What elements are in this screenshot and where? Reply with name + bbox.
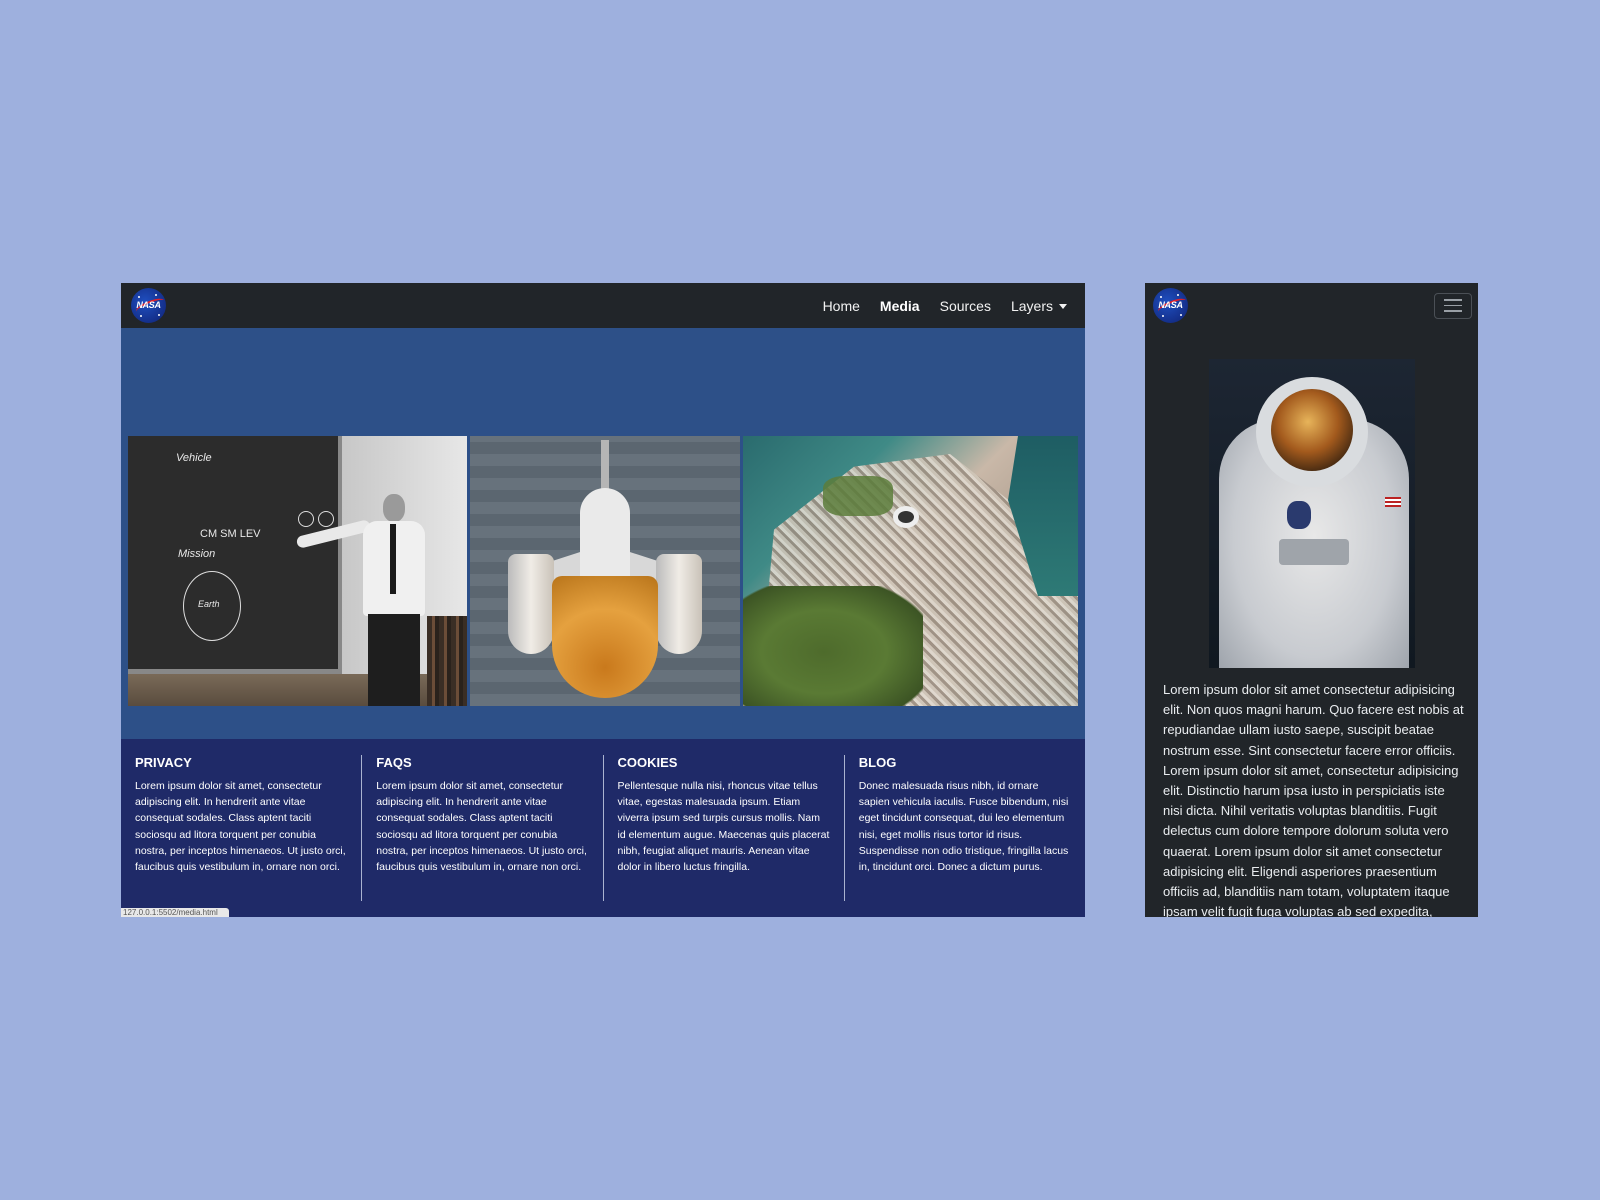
footer-heading[interactable]: PRIVACY: [135, 755, 347, 770]
chalkboard: Vehicle CM SM LEV Mission Earth: [128, 436, 342, 674]
chalkboard-photo[interactable]: Vehicle CM SM LEV Mission Earth: [128, 436, 467, 706]
nav-sources[interactable]: Sources: [940, 298, 991, 314]
mission-patch: [1287, 501, 1311, 529]
nav-links: Home Media Sources Layers: [823, 298, 1067, 314]
astronaut-photo[interactable]: [1209, 359, 1415, 668]
chalk-text-modules: CM SM LEV: [200, 528, 261, 540]
caret-down-icon: [1059, 303, 1067, 309]
nasa-logo-icon[interactable]: NASA: [131, 288, 166, 323]
nav-media[interactable]: Media: [880, 298, 920, 314]
footer-heading[interactable]: BLOG: [859, 755, 1071, 770]
footer-text: Donec malesuada risus nibh, id ornare sa…: [858, 780, 1069, 874]
hamburger-menu-icon[interactable]: [1434, 292, 1472, 319]
shuttle-photo[interactable]: [470, 436, 740, 706]
navbar: NASA Home Media Sources Layers: [121, 283, 1085, 328]
footer-col-privacy: PRIVACY Lorem ipsum dolor sit amet, cons…: [121, 755, 363, 901]
mobile-navbar: NASA: [1145, 283, 1478, 328]
footer-col-faqs: FAQS Lorem ipsum dolor sit amet, consect…: [362, 755, 604, 901]
mobile-window: NASA Lorem ipsum dolor sit amet consecte…: [1145, 283, 1478, 917]
logo-text: NASA: [1158, 300, 1183, 310]
nav-home[interactable]: Home: [823, 298, 860, 314]
link-status-bar: 127.0.0.1:5502/media.html: [121, 908, 229, 917]
media-gallery: Vehicle CM SM LEV Mission Earth: [128, 436, 1078, 706]
bookshelf: [427, 616, 467, 706]
nav-layers-label: Layers: [1010, 297, 1053, 314]
chalk-text-vehicle: Vehicle: [176, 452, 212, 464]
chalk-text-mission: Mission: [178, 548, 216, 560]
footer-heading[interactable]: COOKIES: [618, 755, 830, 770]
mobile-body-text: Lorem ipsum dolor sit amet consectetur a…: [1163, 682, 1464, 917]
flag-patch: [1385, 497, 1401, 507]
aerial-city-photo[interactable]: [743, 436, 1078, 706]
nav-layers-dropdown[interactable]: Layers: [1011, 298, 1067, 314]
chalk-text-earth: Earth: [198, 599, 220, 609]
footer-text: Pellentesque nulla nisi, rhoncus vitae t…: [617, 780, 830, 874]
footer-col-blog: BLOG Donec malesuada risus nibh, id orna…: [845, 755, 1085, 901]
footer-col-cookies: COOKIES Pellentesque nulla nisi, rhoncus…: [604, 755, 845, 901]
desktop-window: NASA Home Media Sources Layers Vehicle C…: [121, 283, 1085, 917]
footer: PRIVACY Lorem ipsum dolor sit amet, cons…: [121, 739, 1085, 917]
footer-heading[interactable]: FAQS: [376, 755, 588, 770]
stadium: [893, 506, 919, 528]
footer-text: Lorem ipsum dolor sit amet, consectetur …: [135, 780, 346, 874]
external-tank: [552, 576, 658, 698]
footer-text: Lorem ipsum dolor sit amet, consectetur …: [376, 780, 587, 874]
nasa-logo-icon[interactable]: NASA: [1153, 288, 1188, 323]
logo-text: NASA: [136, 300, 161, 310]
